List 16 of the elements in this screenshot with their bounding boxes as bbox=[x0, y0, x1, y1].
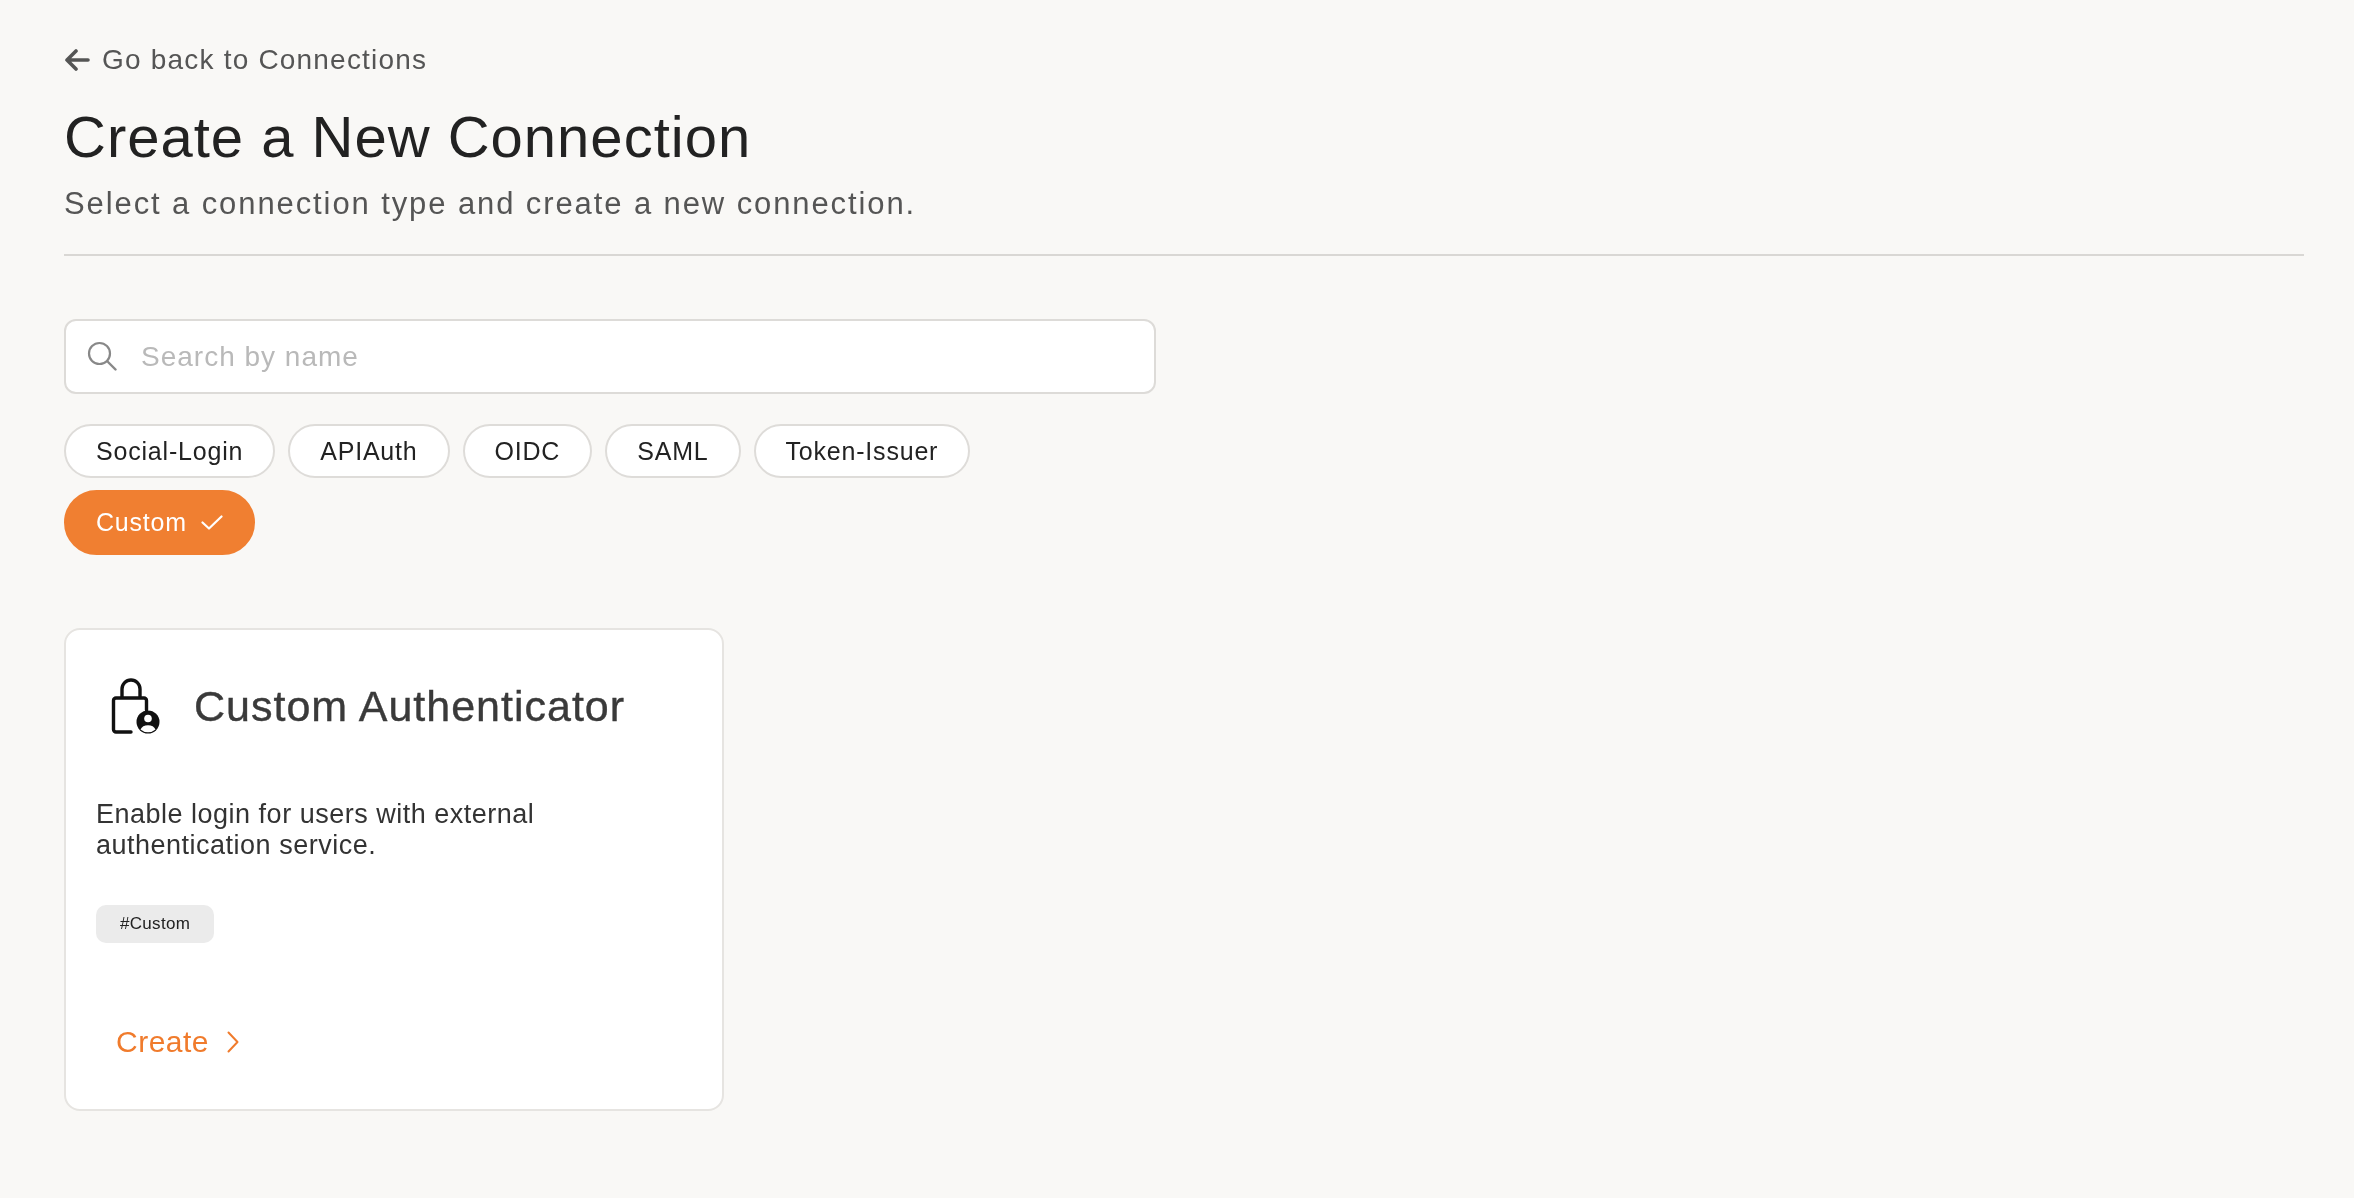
card-description: Enable login for users with external authentication service. bbox=[96, 799, 536, 861]
filter-chip[interactable]: Social-Login bbox=[64, 424, 276, 478]
back-link[interactable]: Go back to Connections bbox=[64, 44, 428, 76]
arrow-left-icon bbox=[64, 49, 90, 71]
page-title: Create a New Connection bbox=[64, 104, 752, 170]
search-field[interactable]: Search by name bbox=[64, 319, 1156, 394]
category-tag: #Custom bbox=[96, 905, 215, 943]
filter-chip[interactable]: APIAuth bbox=[288, 424, 450, 478]
chevron-right-icon bbox=[227, 1031, 240, 1053]
page-subtitle: Select a connection type and create a new connection. bbox=[64, 186, 917, 222]
card-title: Custom Authenticator bbox=[194, 681, 626, 731]
filter-chip[interactable]: Token-Issuer bbox=[753, 424, 971, 478]
filter-chip[interactable]: SAML bbox=[605, 424, 741, 478]
search-icon bbox=[87, 341, 117, 371]
filter-chip[interactable]: OIDC bbox=[462, 424, 593, 478]
check-icon bbox=[200, 515, 223, 530]
